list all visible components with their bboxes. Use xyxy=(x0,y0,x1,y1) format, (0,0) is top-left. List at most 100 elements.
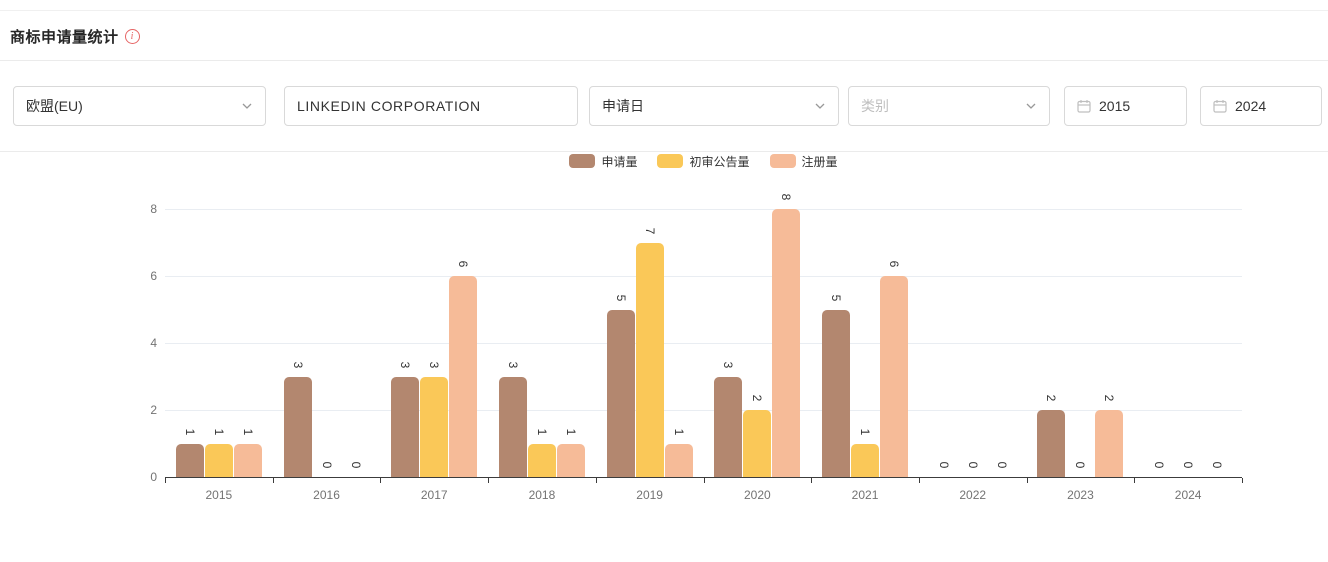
legend-swatch xyxy=(657,154,684,168)
chevron-down-icon xyxy=(1025,100,1037,112)
category-select-placeholder: 类别 xyxy=(861,98,889,114)
x-axis-label: 2022 xyxy=(959,488,987,502)
x-axis-tick xyxy=(918,478,920,483)
page-title: 商标申请量统计 xyxy=(10,29,119,46)
x-axis-label: 2019 xyxy=(636,488,663,502)
calendar-icon xyxy=(1213,99,1227,113)
x-axis-label: 2024 xyxy=(1174,488,1202,502)
bar[interactable] xyxy=(391,376,420,477)
bar-value-label: 2 xyxy=(750,394,765,402)
x-axis-tick xyxy=(272,478,274,483)
category-select[interactable]: 类别 xyxy=(848,86,1050,126)
bar[interactable] xyxy=(772,209,801,477)
bar-value-label: 1 xyxy=(182,428,197,435)
bar-value-label: 1 xyxy=(240,428,255,435)
chevron-down-icon xyxy=(241,100,253,112)
top-divider xyxy=(0,10,1328,11)
bar-value-label: 0 xyxy=(1181,461,1196,469)
bar-value-label: 1 xyxy=(671,428,686,435)
bar-value-label: 3 xyxy=(290,361,305,368)
date-type-select-value: 申请日 xyxy=(602,98,644,114)
y-axis-label: 2 xyxy=(150,403,157,417)
bar-value-label: 2 xyxy=(1044,394,1059,402)
gridline xyxy=(165,276,1242,277)
bar-value-label: 0 xyxy=(994,461,1009,469)
bar-value-label: 0 xyxy=(348,461,363,469)
bar-value-label: 0 xyxy=(936,461,951,469)
gridline xyxy=(165,209,1242,210)
bar-value-label: 0 xyxy=(1073,461,1088,469)
x-axis-label: 2021 xyxy=(851,488,879,502)
bar[interactable] xyxy=(743,410,772,477)
chevron-down-icon xyxy=(814,100,826,112)
bar-value-label: 8 xyxy=(779,193,794,201)
y-axis-label: 6 xyxy=(150,269,157,283)
bar[interactable] xyxy=(204,443,233,477)
applicant-input-wrap xyxy=(284,86,578,126)
bar-value-label: 2 xyxy=(1102,394,1117,402)
x-axis-label: 2023 xyxy=(1067,488,1094,502)
bar-value-label: 7 xyxy=(642,227,657,234)
bar[interactable] xyxy=(880,276,909,477)
bar[interactable] xyxy=(498,376,527,477)
plot-area: 0 2 4 6 8 2015 2016 2017 2018 2019 2020 2021 2022 202… xyxy=(150,194,1243,502)
gridline xyxy=(165,343,1242,344)
bar[interactable] xyxy=(556,443,585,477)
bar[interactable] xyxy=(851,443,880,477)
x-axis-tick xyxy=(1134,478,1136,483)
bar[interactable] xyxy=(1037,410,1066,477)
x-axis-tick xyxy=(595,478,597,483)
region-select[interactable]: 欧盟(EU) xyxy=(13,86,266,126)
year-from-picker[interactable]: 2015 xyxy=(1064,86,1187,126)
bar-value-label: 1 xyxy=(211,428,226,435)
bar[interactable] xyxy=(527,443,556,477)
x-axis-tick xyxy=(488,478,490,483)
x-axis-label: 2020 xyxy=(743,488,771,502)
y-axis-label: 4 xyxy=(150,336,157,350)
bar-value-label: 3 xyxy=(427,361,442,368)
bar-value-label: 1 xyxy=(534,428,549,435)
bar[interactable] xyxy=(714,376,743,477)
bar-value-label: 0 xyxy=(1210,461,1225,469)
gridline xyxy=(165,410,1242,411)
bar[interactable] xyxy=(283,376,312,477)
legend-swatch xyxy=(769,154,796,168)
legend-label: 申请量 xyxy=(601,154,638,169)
date-type-select[interactable]: 申请日 xyxy=(589,86,839,126)
chart-legend: 申请量 初审公告量 注册量 xyxy=(165,153,1242,169)
legend-swatch xyxy=(569,154,596,168)
bar-value-label: 0 xyxy=(965,461,980,469)
bar-chart: 0 2 4 6 8 2015 2016 2017 2018 2019 2020 2021 2022 202… xyxy=(0,170,1328,530)
bar[interactable] xyxy=(635,242,664,477)
applicant-input[interactable] xyxy=(297,98,565,114)
info-icon[interactable]: i xyxy=(124,29,140,44)
bar[interactable] xyxy=(449,276,478,477)
bar-value-label: 0 xyxy=(1152,461,1167,469)
legend-item-applications[interactable]: 申请量 xyxy=(569,153,637,170)
bar-value-label: 3 xyxy=(505,361,520,368)
header: 商标申请量统计 i xyxy=(10,26,140,47)
bar-value-label: 6 xyxy=(456,260,471,268)
year-to-value: 2024 xyxy=(1235,98,1267,114)
x-axis-label: 2015 xyxy=(205,488,233,502)
bar-value-label: 3 xyxy=(721,361,736,368)
filter-row: 欧盟(EU) 申请日 类别 2015 xyxy=(0,86,1328,126)
legend-item-preliminary-approvals[interactable]: 初审公告量 xyxy=(657,153,750,170)
legend-item-registrations[interactable]: 注册量 xyxy=(769,153,838,170)
bar-value-label: 5 xyxy=(829,294,844,301)
bar[interactable] xyxy=(664,443,693,477)
x-axis-tick xyxy=(380,478,382,483)
bar[interactable] xyxy=(420,376,449,477)
x-axis-tick xyxy=(811,478,813,483)
bar[interactable] xyxy=(233,443,262,477)
bar-value-label: 1 xyxy=(563,428,578,435)
header-divider xyxy=(0,60,1328,61)
bar[interactable] xyxy=(822,309,851,477)
year-to-picker[interactable]: 2024 xyxy=(1200,86,1322,126)
bar-value-label: 6 xyxy=(887,260,902,268)
bar[interactable] xyxy=(1095,410,1124,477)
bar[interactable] xyxy=(175,443,204,477)
x-axis-tick xyxy=(165,478,166,483)
x-axis-tick xyxy=(1242,478,1243,483)
bar[interactable] xyxy=(606,309,635,477)
